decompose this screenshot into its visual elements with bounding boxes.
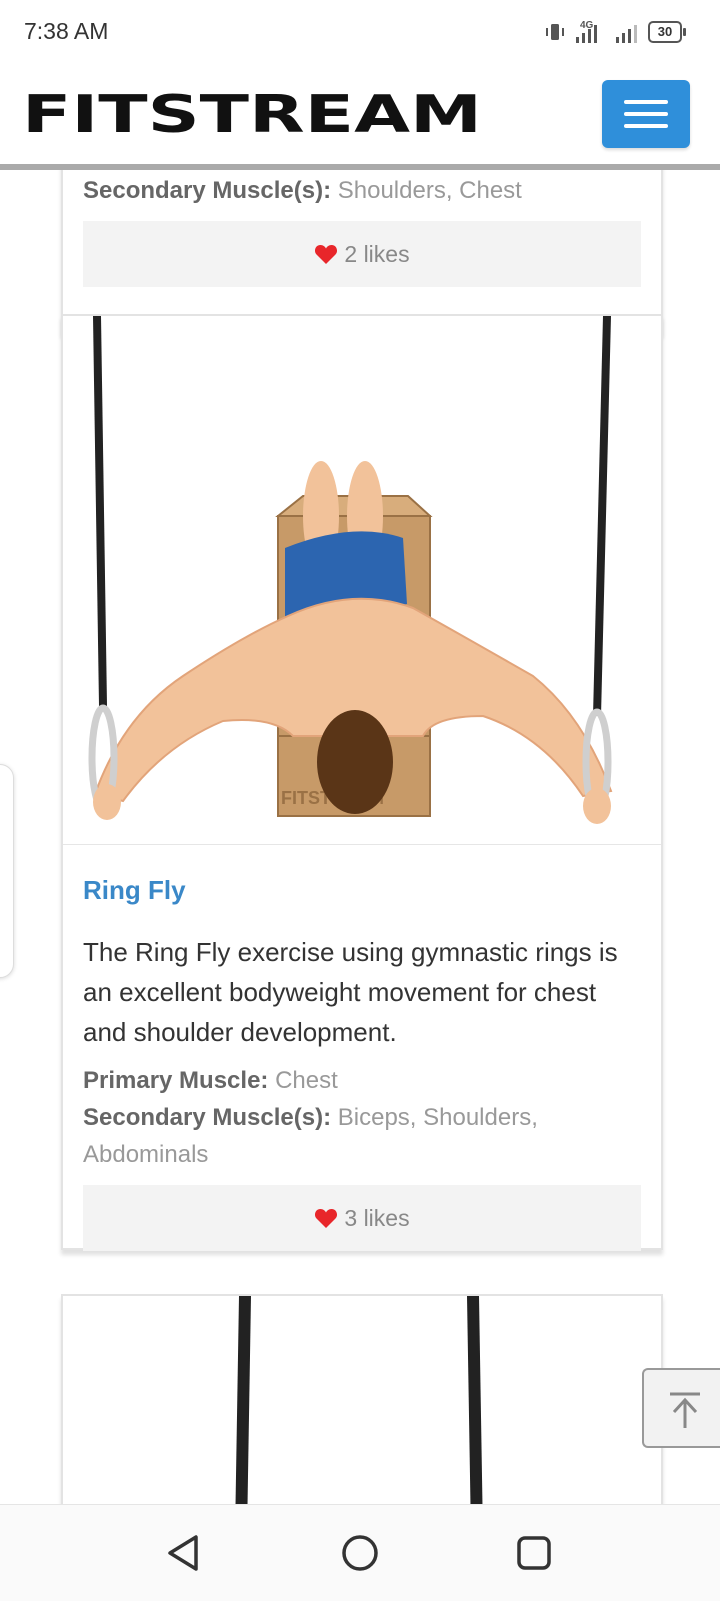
heart-icon bbox=[315, 1209, 338, 1228]
recents-icon[interactable] bbox=[512, 1531, 556, 1575]
secondary-muscle-value: Shoulders, Chest bbox=[337, 177, 522, 204]
ring-fly-illustration: FITSTREAM bbox=[88, 316, 613, 824]
primary-muscle: Primary Muscle: Chest bbox=[63, 1062, 661, 1099]
primary-muscle-value: Chest bbox=[275, 1067, 338, 1094]
secondary-muscle-label: Secondary Muscle(s): bbox=[83, 1104, 332, 1131]
exercise-image[interactable]: FITSTREAM bbox=[63, 316, 661, 845]
side-drawer-tab[interactable] bbox=[0, 764, 14, 978]
hamburger-icon-line bbox=[624, 124, 668, 128]
exercise-image[interactable] bbox=[63, 1296, 661, 1504]
like-button[interactable]: 2 likes bbox=[83, 221, 641, 287]
signal-4g-icon: 4G bbox=[576, 20, 597, 43]
vibrate-icon bbox=[546, 24, 564, 40]
exercise-card bbox=[61, 1294, 663, 1504]
secondary-muscle: Secondary Muscle(s): Biceps, Shoulders, … bbox=[63, 1099, 661, 1173]
exercise-description: The Ring Fly exercise using gymnastic ri… bbox=[83, 937, 618, 1047]
exercise-title[interactable]: Ring Fly bbox=[63, 845, 661, 906]
system-nav-bar bbox=[0, 1504, 720, 1601]
battery-icon: 30 bbox=[648, 21, 686, 43]
menu-toggle-button[interactable] bbox=[602, 80, 690, 148]
fitstream-logo[interactable]: FITSTREAM bbox=[22, 92, 492, 136]
hamburger-icon bbox=[624, 100, 668, 104]
status-icons: 4G 30 bbox=[544, 18, 686, 46]
likes-count: 2 likes bbox=[344, 240, 410, 267]
like-button[interactable]: 3 likes bbox=[83, 1185, 641, 1251]
clock: 7:38 AM bbox=[24, 18, 109, 44]
arrow-up-icon bbox=[670, 1392, 700, 1428]
home-icon[interactable] bbox=[338, 1531, 382, 1575]
logo-text: FITSTREAM bbox=[22, 92, 482, 136]
hamburger-icon-line bbox=[624, 112, 668, 116]
exercise-card: Secondary Muscle(s): Shoulders, Chest 2 … bbox=[61, 170, 663, 334]
primary-muscle-label: Primary Muscle: bbox=[83, 1067, 269, 1094]
exercise-list: Secondary Muscle(s): Shoulders, Chest 2 … bbox=[0, 170, 720, 1504]
heart-icon bbox=[315, 245, 338, 264]
secondary-muscle-label: Secondary Muscle(s): bbox=[83, 177, 332, 204]
app-header: FITSTREAM bbox=[0, 64, 720, 170]
signal-icon bbox=[616, 25, 637, 43]
secondary-muscle: Secondary Muscle(s): Shoulders, Chest bbox=[63, 172, 661, 209]
back-icon[interactable] bbox=[162, 1531, 206, 1575]
exercise-card-ring-fly: FITSTREAM Ring Fly The Ring Fly exercise… bbox=[61, 314, 663, 1251]
status-bar: 7:38 AM 4G 30 bbox=[0, 0, 720, 64]
back-to-top-button[interactable] bbox=[642, 1368, 720, 1448]
likes-count: 3 likes bbox=[344, 1204, 410, 1231]
network-label: 4G bbox=[580, 20, 594, 31]
